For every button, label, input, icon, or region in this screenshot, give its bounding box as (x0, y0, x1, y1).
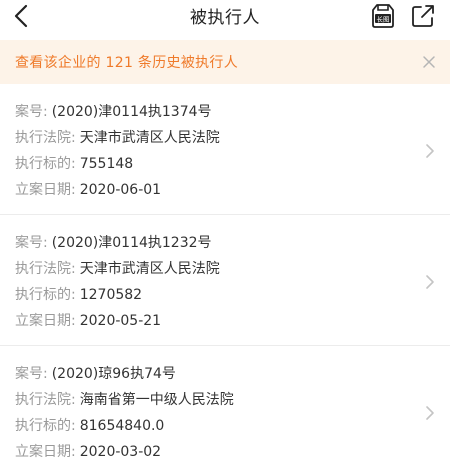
court-label: 执行法院: (15, 392, 76, 408)
amount-label: 执行标的: (15, 156, 76, 172)
amount-value: 81654840.0 (79, 418, 165, 434)
filing-date-row: 立案日期: 2020-03-02 (15, 442, 161, 462)
filing-date-label: 立案日期: (15, 444, 76, 460)
court-value: 天津市武清区人民法院 (79, 130, 220, 146)
filing-date-value: 2020-06-01 (79, 182, 162, 198)
filing-date-label: 立案日期: (15, 313, 76, 329)
executee-list: 案号: (2020)津0114执1374号 执行法院: 天津市武清区人民法院 执行标… (0, 84, 450, 476)
court-row: 执行法院: 天津市武清区人民法院 (15, 128, 220, 148)
court-label: 执行法院: (15, 130, 76, 146)
list-item[interactable]: 案号: (2020)津0114执1374号 执行法院: 天津市武清区人民法院 执行标… (0, 84, 450, 215)
court-label: 执行法院: (15, 261, 76, 277)
svg-text:长图: 长图 (377, 14, 390, 23)
long-image-icon[interactable]: 长图 (370, 3, 396, 29)
amount-row: 执行标的: 755148 (15, 154, 133, 174)
case-no-row: 案号: (2020)琼96执74号 (15, 364, 176, 384)
list-item[interactable]: 案号: (2020)津0114执1232号 执行法院: 天津市武清区人民法院 执行标… (0, 215, 450, 346)
case-no-label: 案号: (15, 235, 48, 251)
amount-row: 执行标的: 81654840.0 (15, 416, 164, 436)
top-nav-bar: 被执行人 长图 (0, 0, 450, 36)
court-value: 天津市武清区人民法院 (79, 261, 220, 277)
filing-date-row: 立案日期: 2020-06-01 (15, 180, 161, 200)
chevron-right-icon (426, 144, 434, 158)
list-item[interactable]: 案号: (2020)琼96执74号 执行法院: 海南省第一中级人民法院 执行标的: 8… (0, 346, 450, 476)
case-no-value: (2020)琼96执74号 (51, 366, 176, 382)
amount-row: 执行标的: 1270582 (15, 285, 142, 305)
court-value: 海南省第一中级人民法院 (79, 392, 234, 408)
share-icon[interactable] (410, 3, 436, 29)
chevron-right-icon (426, 275, 434, 289)
court-row: 执行法院: 天津市武清区人民法院 (15, 259, 220, 279)
court-row: 执行法院: 海南省第一中级人民法院 (15, 390, 234, 410)
filing-date-label: 立案日期: (15, 182, 76, 198)
case-no-value: (2020)津0114执1232号 (51, 235, 212, 251)
case-no-value: (2020)津0114执1374号 (51, 104, 212, 120)
amount-label: 执行标的: (15, 418, 76, 434)
close-icon[interactable] (420, 53, 438, 71)
amount-value: 1270582 (79, 287, 143, 303)
filing-date-value: 2020-05-21 (79, 313, 162, 329)
case-no-row: 案号: (2020)津0114执1374号 (15, 102, 212, 122)
chevron-right-icon (426, 406, 434, 420)
history-banner[interactable]: 查看该企业的 121 条历史被执行人 (0, 40, 450, 84)
history-banner-text[interactable]: 查看该企业的 121 条历史被执行人 (15, 52, 238, 72)
amount-label: 执行标的: (15, 287, 76, 303)
case-no-label: 案号: (15, 366, 48, 382)
amount-value: 755148 (79, 156, 134, 172)
case-no-row: 案号: (2020)津0114执1232号 (15, 233, 212, 253)
filing-date-row: 立案日期: 2020-05-21 (15, 311, 161, 331)
case-no-label: 案号: (15, 104, 48, 120)
filing-date-value: 2020-03-02 (79, 444, 162, 460)
